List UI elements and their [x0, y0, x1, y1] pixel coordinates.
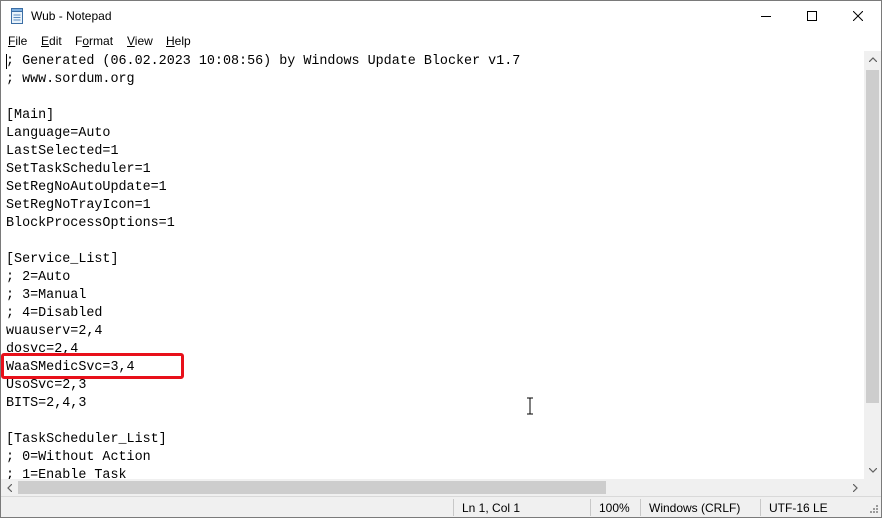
maximize-icon — [807, 11, 817, 21]
editor-line: [Main] — [6, 108, 55, 123]
notepad-app-icon — [11, 8, 23, 24]
status-separator — [590, 499, 591, 516]
menu-help-label: elp — [174, 34, 191, 48]
editor-line: ; 3=Manual — [6, 288, 87, 303]
status-separator — [453, 499, 454, 516]
menu-help[interactable]: Help — [166, 34, 191, 48]
menu-view-accelerator: V — [127, 34, 135, 48]
scrollbar-corner — [864, 479, 881, 496]
vertical-scroll-thumb[interactable] — [866, 70, 879, 403]
title-bar[interactable]: Wub - Notepad — [1, 1, 881, 31]
editor-line: ; 1=Enable Task — [6, 468, 127, 479]
editor-line: UsoSvc=2,3 — [6, 378, 87, 393]
close-button[interactable] — [835, 1, 881, 31]
editor-line: BITS=2,4,3 — [6, 396, 87, 411]
maximize-button[interactable] — [789, 1, 835, 31]
text-editor[interactable]: ; Generated (06.02.2023 10:08:56) by Win… — [1, 51, 864, 479]
editor-line: ; Generated (06.02.2023 10:08:56) by Win… — [6, 54, 521, 69]
editor-line: Language=Auto — [6, 126, 111, 141]
menu-view-label: iew — [134, 34, 153, 48]
editor-line: ; www.sordum.org — [6, 72, 135, 87]
status-separator — [760, 499, 761, 516]
editor-line: [TaskScheduler_List] — [6, 432, 167, 447]
resize-grip-icon[interactable] — [867, 502, 879, 514]
menu-format-label-end: rmat — [89, 34, 114, 48]
scroll-up-button[interactable] — [864, 51, 881, 68]
status-bar: Ln 1, Col 1 100% Windows (CRLF) UTF-16 L… — [1, 496, 881, 517]
menu-bar: File Edit Format View Help — [1, 31, 881, 51]
text-caret — [6, 54, 7, 69]
arrow-left-icon — [7, 483, 12, 492]
status-encoding: UTF-16 LE — [769, 501, 828, 515]
minimize-button[interactable] — [743, 1, 789, 31]
minimize-icon — [761, 16, 771, 17]
window-title: Wub - Notepad — [31, 9, 112, 23]
ibeam-cursor-icon — [527, 397, 533, 415]
menu-edit-accelerator: E — [41, 34, 50, 48]
close-icon — [853, 11, 863, 21]
editor-line: SetRegNoAutoUpdate=1 — [6, 180, 167, 195]
menu-file[interactable]: File — [8, 34, 27, 48]
editor-line: SetTaskScheduler=1 — [6, 162, 151, 177]
menu-file-label: ile — [15, 34, 28, 48]
status-zoom: 100% — [599, 501, 630, 515]
scroll-down-button[interactable] — [864, 462, 881, 479]
editor-line: BlockProcessOptions=1 — [6, 216, 175, 231]
menu-view[interactable]: View — [127, 34, 153, 48]
status-cursor-position: Ln 1, Col 1 — [462, 501, 521, 515]
menu-help-accelerator: H — [166, 34, 175, 48]
menu-edit[interactable]: Edit — [41, 34, 62, 48]
arrow-right-icon — [853, 483, 858, 492]
status-line-endings: Windows (CRLF) — [649, 501, 741, 515]
arrow-up-icon — [868, 57, 877, 62]
editor-line: SetRegNoTrayIcon=1 — [6, 198, 151, 213]
menu-format[interactable]: Format — [75, 34, 113, 48]
notepad-window: Wub - Notepad File Edit Format View Help… — [0, 0, 882, 518]
scroll-left-button[interactable] — [1, 479, 18, 496]
scroll-right-button[interactable] — [847, 479, 864, 496]
menu-edit-label: dit — [49, 34, 62, 48]
editor-line: [Service_List] — [6, 252, 119, 267]
editor-line: ; 4=Disabled — [6, 306, 103, 321]
arrow-down-icon — [868, 468, 877, 473]
vertical-scrollbar[interactable] — [864, 51, 881, 479]
horizontal-scrollbar[interactable] — [1, 479, 864, 496]
horizontal-scroll-thumb[interactable] — [18, 481, 606, 494]
highlight-box — [1, 353, 184, 379]
editor-line: ; 2=Auto — [6, 270, 71, 285]
editor-line: wuauserv=2,4 — [6, 324, 103, 339]
editor-line: ; 0=Without Action — [6, 450, 151, 465]
status-separator — [640, 499, 641, 516]
editor-line: LastSelected=1 — [6, 144, 119, 159]
